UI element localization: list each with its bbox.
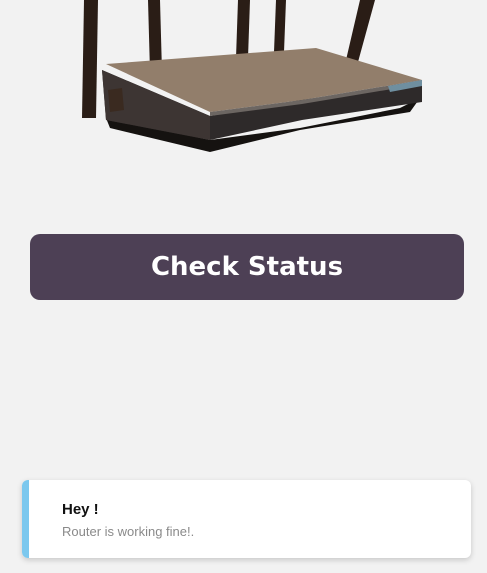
toast-accent-bar <box>22 480 29 558</box>
toast-title: Hey ! <box>62 501 99 518</box>
check-status-button[interactable]: Check Status <box>30 234 464 300</box>
toast-message: Router is working fine!. <box>62 524 195 539</box>
router-image <box>70 0 440 160</box>
notification-toast: Hey ! Router is working fine!. <box>22 480 471 558</box>
router-icon <box>82 0 422 152</box>
